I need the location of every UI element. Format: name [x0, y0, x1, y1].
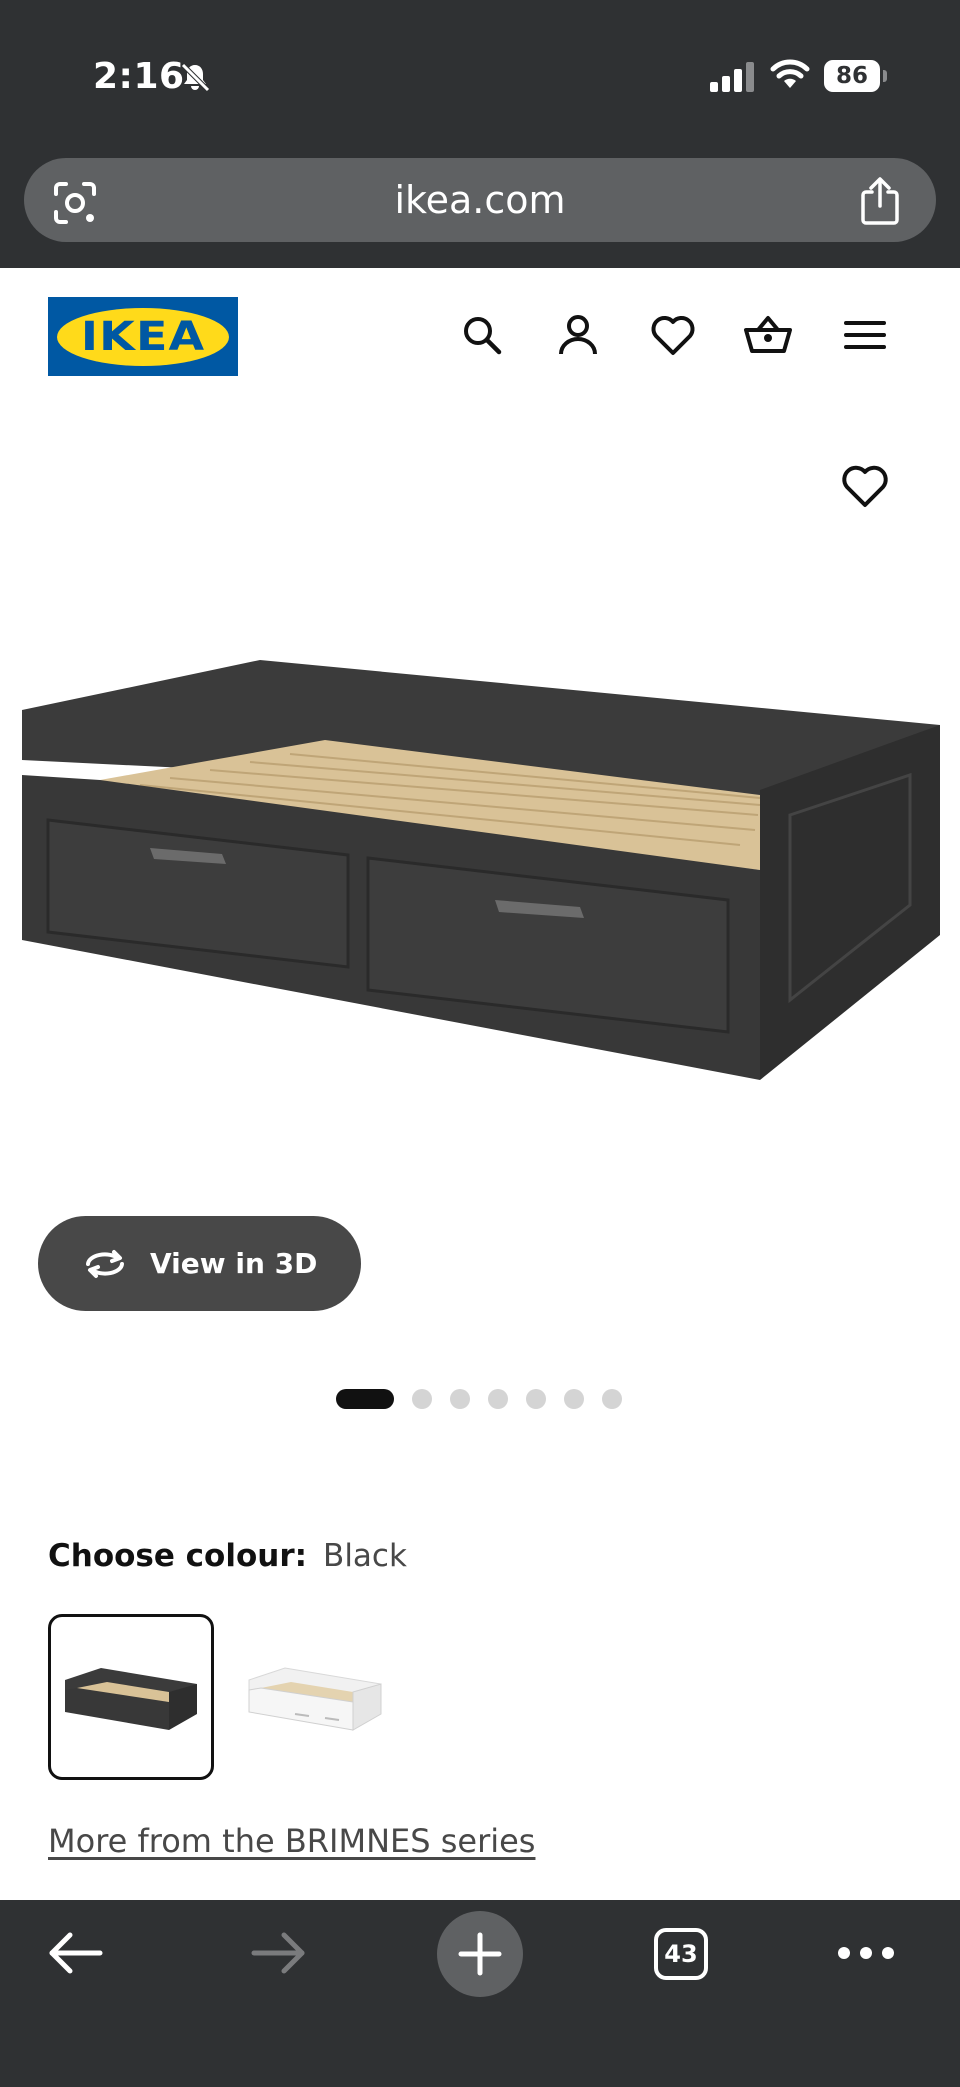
gallery-dot[interactable]	[602, 1389, 622, 1409]
series-link[interactable]: More from the BRIMNES series	[48, 1822, 535, 1860]
basket-icon[interactable]	[743, 310, 793, 360]
rotate-3d-icon	[86, 1249, 124, 1278]
black-bed-thumbnail	[65, 1668, 197, 1730]
selected-colour: Black	[323, 1538, 407, 1574]
gallery-dot[interactable]	[412, 1389, 432, 1409]
add-to-favourites-icon[interactable]	[838, 460, 892, 510]
search-icon[interactable]	[457, 310, 507, 360]
colour-chooser-heading: Choose colour: Black	[48, 1538, 407, 1574]
cellular-signal-icon	[710, 62, 754, 92]
white-bed-thumbnail	[248, 1667, 382, 1731]
view-in-3d-label: View in 3D	[150, 1247, 318, 1280]
logo-text: IKEA	[80, 313, 206, 360]
url-text[interactable]: ikea.com	[24, 158, 936, 242]
gallery-dot[interactable]	[488, 1389, 508, 1409]
plus-icon	[458, 1932, 502, 1976]
product-image	[22, 660, 940, 1080]
google-lens-icon[interactable]	[50, 178, 100, 228]
address-bar[interactable]: ikea.com	[24, 158, 936, 242]
ikea-logo[interactable]: IKEA	[48, 297, 238, 376]
bell-slash-icon	[181, 63, 210, 92]
status-time: 2:16	[93, 56, 185, 97]
tab-switcher-button[interactable]: 43	[654, 1928, 708, 1980]
colour-title: Choose colour:	[48, 1538, 308, 1574]
gallery-dot[interactable]	[564, 1389, 584, 1409]
colour-swatch-white[interactable]	[232, 1614, 398, 1780]
new-tab-button[interactable]	[437, 1911, 523, 1997]
share-icon[interactable]	[858, 176, 902, 226]
wifi-icon	[770, 59, 810, 88]
more-options-icon[interactable]	[836, 1938, 896, 1968]
gallery-dot[interactable]	[336, 1389, 394, 1409]
gallery-pagination[interactable]	[336, 1389, 622, 1409]
back-arrow-icon[interactable]	[46, 1928, 106, 1978]
gallery-dot[interactable]	[450, 1389, 470, 1409]
gallery-dot[interactable]	[526, 1389, 546, 1409]
menu-icon[interactable]	[840, 310, 890, 360]
logo-oval: IKEA	[57, 307, 229, 366]
account-icon[interactable]	[553, 310, 603, 360]
view-in-3d-button[interactable]: View in 3D	[38, 1216, 361, 1311]
colour-swatch-black[interactable]	[48, 1614, 214, 1780]
battery-indicator: 86	[824, 60, 880, 92]
forward-arrow-icon[interactable]	[248, 1928, 308, 1978]
favourites-icon[interactable]	[648, 310, 698, 360]
battery-tip	[883, 70, 887, 82]
